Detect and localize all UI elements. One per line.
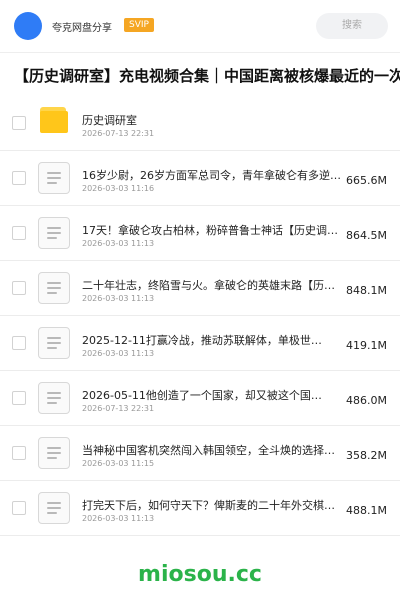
file-row[interactable]: 当神秘中国客机突然闯入韩国领空，全斗焕的选择是？【历史调研室】2026-03-0… xyxy=(0,426,400,481)
page-title: 【历史调研室】充电视频合集｜中国距离被核爆最近的一次 xyxy=(14,67,400,85)
item-size: 419.1M xyxy=(346,339,387,352)
item-name[interactable]: 打完天下后，如何守天下？俾斯麦的二十年外交棋局【历史调研室】 xyxy=(82,497,344,513)
watermark: miosou.cc xyxy=(138,562,262,587)
document-icon xyxy=(38,162,70,194)
file-row[interactable]: 二十年壮志，终陷雪与火。拿破仑的英雄末路【历史调研室】2026-03-03 11… xyxy=(0,261,400,316)
item-name[interactable]: 二十年壮志，终陷雪与火。拿破仑的英雄末路【历史调研室】 xyxy=(82,277,344,293)
document-icon xyxy=(38,492,70,524)
item-size: 486.0M xyxy=(346,394,387,407)
file-list: 历史调研室 2026-07-13 22:31 16岁少尉，26岁方面军总司令，青年拿… xyxy=(0,96,400,536)
file-row[interactable]: 16岁少尉，26岁方面军总司令，青年拿破仑有多逆天… 2026-03-03 11:… xyxy=(0,151,400,206)
item-size: 864.5M xyxy=(346,229,387,242)
file-row[interactable]: 2025-12-11打赢冷战，推动苏联解体，单极世… 2026-03-03 11:… xyxy=(0,316,400,371)
row-checkbox[interactable] xyxy=(12,336,26,350)
row-checkbox[interactable] xyxy=(12,281,26,295)
document-icon xyxy=(38,272,70,304)
row-checkbox[interactable] xyxy=(12,171,26,185)
document-icon xyxy=(38,327,70,359)
item-size: 488.1M xyxy=(346,504,387,517)
item-size: 665.6M xyxy=(346,174,387,187)
item-date: 2026-03-03 11:13 xyxy=(82,514,155,523)
document-icon xyxy=(38,437,70,469)
svip-badge: SVIP xyxy=(124,18,154,32)
item-name[interactable]: 当神秘中国客机突然闯入韩国领空，全斗焕的选择是？【历史调研室】 xyxy=(82,442,344,458)
item-date: 2026-03-03 11:16 xyxy=(82,184,155,193)
item-name[interactable]: 17天！拿破仑攻占柏林，粉碎普鲁士神话【历史调研室】 xyxy=(82,222,344,238)
item-name[interactable]: 历史调研室 xyxy=(82,112,382,128)
document-icon xyxy=(38,217,70,249)
row-checkbox[interactable] xyxy=(12,501,26,515)
item-date: 2026-03-03 11:15 xyxy=(82,459,155,468)
row-checkbox[interactable] xyxy=(12,116,26,130)
row-checkbox[interactable] xyxy=(12,391,26,405)
file-row[interactable]: 17天！拿破仑攻占柏林，粉碎普鲁士神话【历史调研室】 2026-03-03 11:… xyxy=(0,206,400,261)
item-date: 2026-03-03 11:13 xyxy=(82,239,155,248)
row-checkbox[interactable] xyxy=(12,226,26,240)
item-date: 2026-03-03 11:13 xyxy=(82,294,155,303)
folder-icon xyxy=(38,106,70,138)
header: 夸克网盘分享 SVIP 搜索 xyxy=(0,0,400,53)
item-size: 848.1M xyxy=(346,284,387,297)
search-input[interactable]: 搜索 xyxy=(316,13,388,39)
file-row[interactable]: 2026-05-11他创造了一个国家，却又被这个国… 2026-07-13 22:… xyxy=(0,371,400,426)
folder-row[interactable]: 历史调研室 2026-07-13 22:31 xyxy=(0,96,400,151)
item-size: 358.2M xyxy=(346,449,387,462)
item-name[interactable]: 16岁少尉，26岁方面军总司令，青年拿破仑有多逆天… xyxy=(82,167,344,183)
file-row[interactable]: 打完天下后，如何守天下？俾斯麦的二十年外交棋局【历史调研室】2026-03-03… xyxy=(0,481,400,536)
item-date: 2026-07-13 22:31 xyxy=(82,129,155,138)
share-user-name: 夸克网盘分享 xyxy=(52,23,112,34)
item-name[interactable]: 2026-05-11他创造了一个国家，却又被这个国… xyxy=(82,387,344,403)
avatar[interactable] xyxy=(14,12,42,40)
document-icon xyxy=(38,382,70,414)
item-date: 2026-03-03 11:13 xyxy=(82,349,155,358)
row-checkbox[interactable] xyxy=(12,446,26,460)
item-name[interactable]: 2025-12-11打赢冷战，推动苏联解体，单极世… xyxy=(82,332,344,348)
item-date: 2026-07-13 22:31 xyxy=(82,404,155,413)
